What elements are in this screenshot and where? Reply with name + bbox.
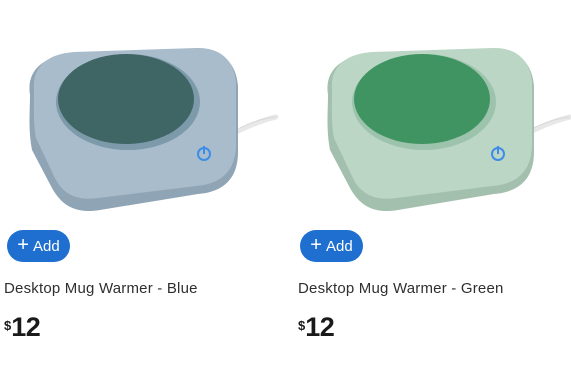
price-amount: 12 bbox=[305, 312, 335, 342]
product-card: + Add Desktop Mug Warmer - Blue $ 12 bbox=[0, 0, 290, 366]
add-to-cart-button[interactable]: + Add bbox=[300, 230, 363, 262]
add-button-label: Add bbox=[325, 237, 353, 255]
plus-icon: + bbox=[17, 234, 29, 256]
product-image[interactable] bbox=[0, 0, 285, 228]
product-image[interactable] bbox=[294, 0, 571, 228]
product-price: $ 12 bbox=[298, 312, 335, 342]
product-grid: + Add Desktop Mug Warmer - Blue $ 12 + A… bbox=[0, 0, 571, 366]
product-title[interactable]: Desktop Mug Warmer - Green bbox=[298, 280, 504, 297]
product-card: + Add Desktop Mug Warmer - Green $ 12 bbox=[294, 0, 571, 366]
product-title[interactable]: Desktop Mug Warmer - Blue bbox=[4, 280, 198, 297]
add-button-label: Add bbox=[32, 237, 60, 255]
product-price: $ 12 bbox=[4, 312, 41, 342]
price-amount: 12 bbox=[11, 312, 41, 342]
currency-symbol: $ bbox=[298, 318, 306, 333]
currency-symbol: $ bbox=[4, 318, 12, 333]
add-to-cart-button[interactable]: + Add bbox=[7, 230, 70, 262]
plus-icon: + bbox=[310, 234, 322, 256]
